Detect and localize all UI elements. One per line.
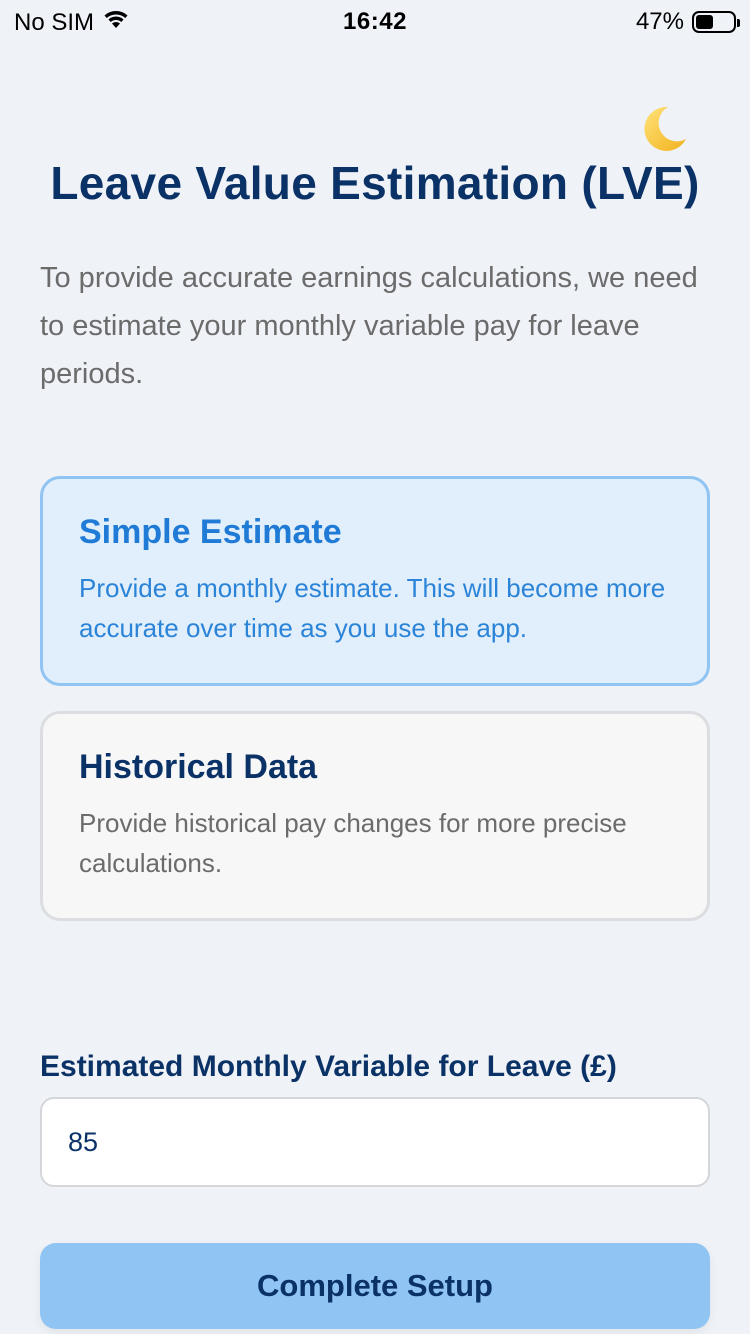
- option-title: Historical Data: [79, 748, 318, 786]
- estimate-field-label: Estimated Monthly Variable for Leave (£): [40, 1050, 617, 1083]
- estimate-input[interactable]: [40, 1097, 710, 1187]
- option-simple-estimate[interactable]: Simple Estimate Provide a monthly estima…: [40, 476, 710, 686]
- complete-setup-button[interactable]: Complete Setup: [40, 1243, 710, 1329]
- option-title: Simple Estimate: [79, 513, 342, 551]
- status-right: 47%: [635, 8, 740, 36]
- battery-icon: [692, 11, 740, 33]
- status-bar: No SIM 16:42 47%: [0, 0, 750, 40]
- battery-level: [696, 15, 713, 29]
- option-description: Provide historical pay changes for more …: [79, 808, 627, 878]
- option-historical-data[interactable]: Historical Data Provide historical pay c…: [40, 711, 710, 921]
- page-title: Leave Value Estimation (LVE): [50, 157, 700, 209]
- battery-percent: 47%: [635, 8, 684, 35]
- intro-text: To provide accurate earnings calculation…: [40, 262, 698, 390]
- moon-icon[interactable]: [636, 103, 690, 157]
- option-description: Provide a monthly estimate. This will be…: [79, 573, 666, 643]
